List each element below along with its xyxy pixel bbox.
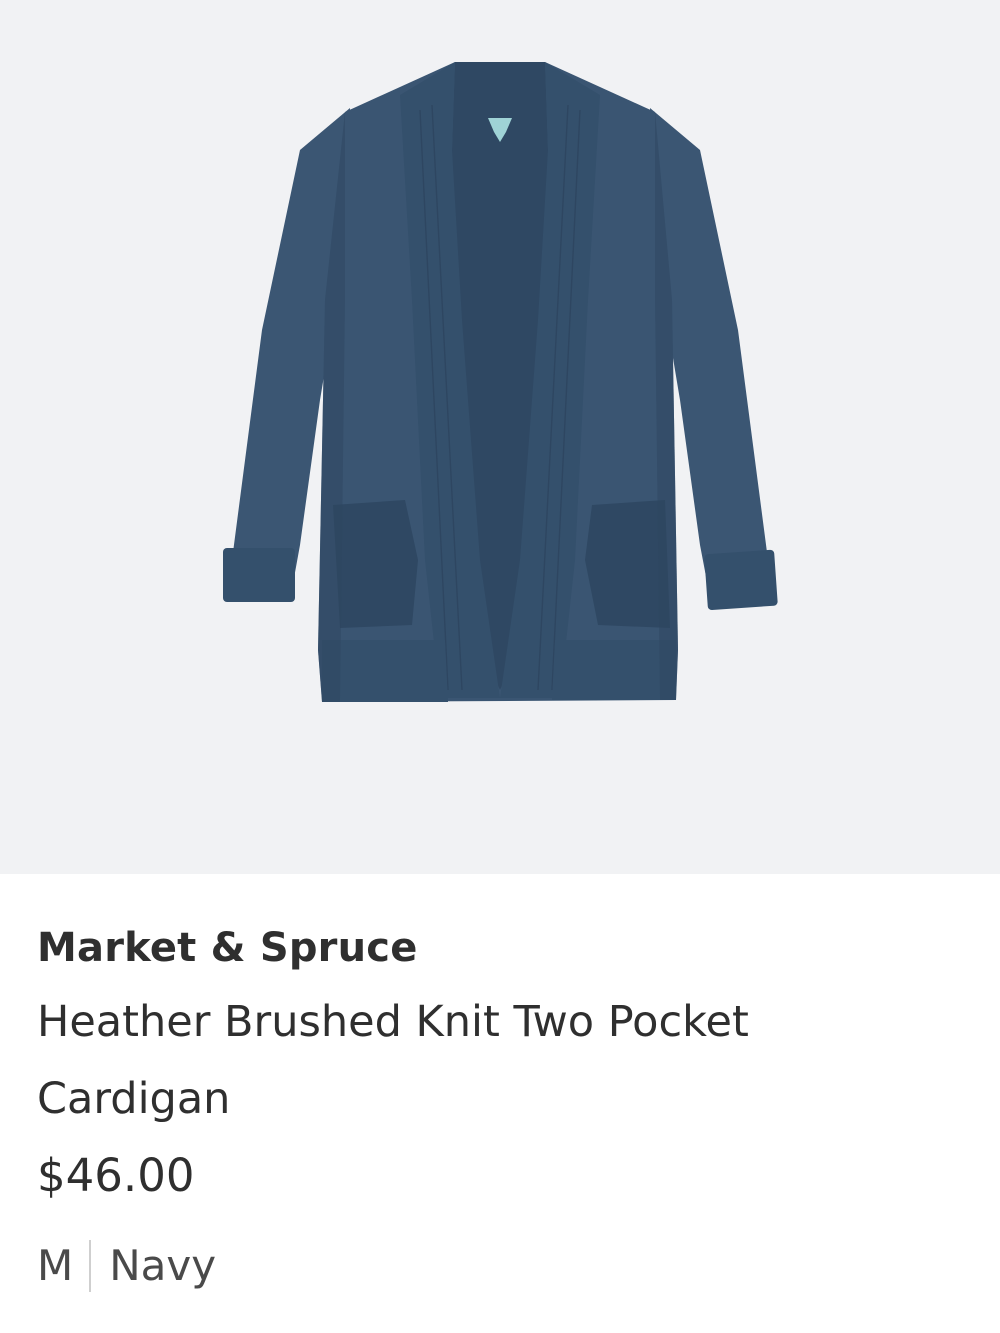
product-price: $46.00 <box>37 1149 195 1202</box>
right-pocket <box>585 500 670 628</box>
product-color: Navy <box>109 1241 217 1290</box>
product-brand: Market & Spruce <box>37 925 418 971</box>
product-info: Market & Spruce Heather Brushed Knit Two… <box>37 918 967 1296</box>
cardigan-illustration <box>223 62 778 702</box>
left-cuff <box>223 548 295 602</box>
right-cuff <box>704 549 778 611</box>
left-hem <box>322 640 448 702</box>
product-name[interactable]: Heather Brushed Knit Two Pocket Cardigan <box>37 984 837 1138</box>
left-pocket <box>333 500 418 628</box>
variant-divider <box>89 1240 92 1292</box>
right-hem <box>552 640 676 700</box>
product-card[interactable]: Market & Spruce Heather Brushed Knit Two… <box>0 0 1000 1333</box>
product-variant: M Navy <box>37 1236 967 1296</box>
product-size: M <box>37 1241 74 1290</box>
product-image[interactable] <box>0 0 1000 874</box>
